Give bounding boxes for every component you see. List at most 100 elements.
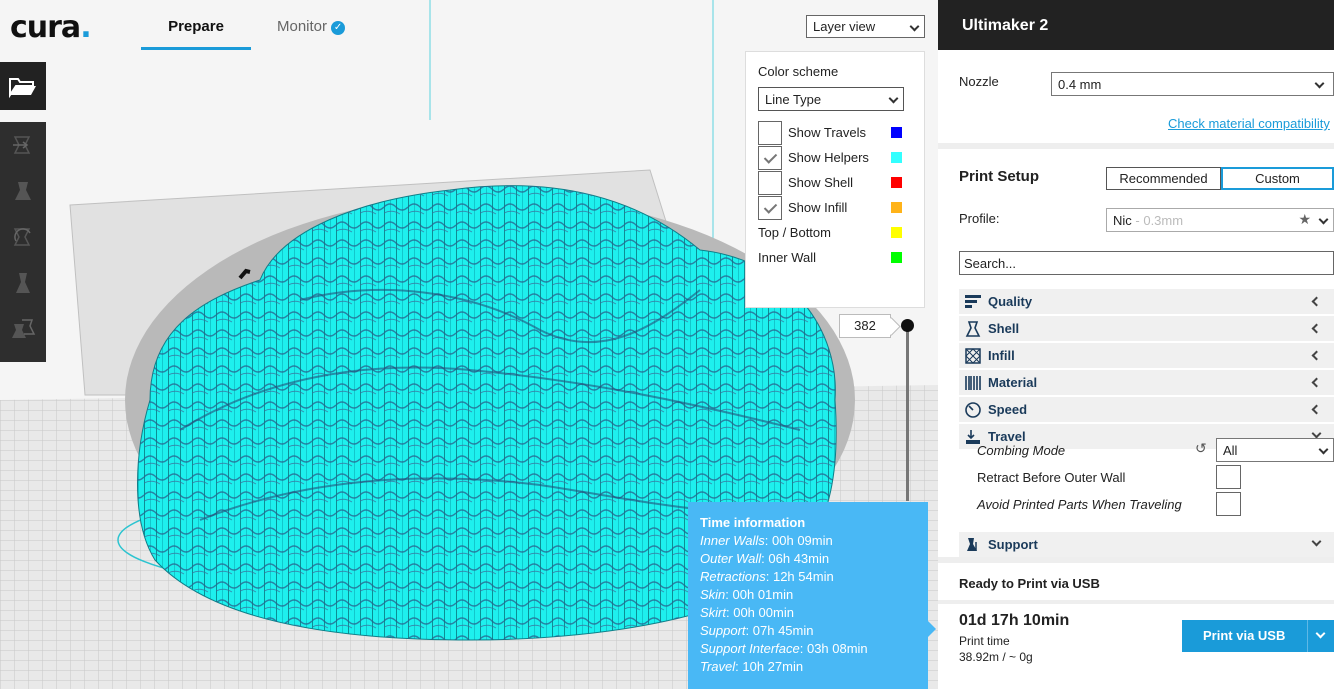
translate-tool-button[interactable] <box>0 122 46 168</box>
category-shell-label: Shell <box>988 321 1020 336</box>
tab-prepare[interactable]: Prepare <box>141 18 251 50</box>
tab-monitor[interactable]: Monitor ✓ <box>277 18 346 50</box>
avoid-printed-parts-checkbox[interactable] <box>1216 492 1241 516</box>
legend-color-swatch <box>891 227 902 238</box>
legend-row[interactable]: Show Shell <box>758 170 912 195</box>
recommended-mode-button[interactable]: Recommended <box>1106 167 1221 190</box>
category-speed[interactable]: Speed <box>959 397 1334 422</box>
category-infill-label: Infill <box>988 348 1015 363</box>
time-row-value: : 07h 45min <box>745 623 814 638</box>
tab-prepare-label: Prepare <box>168 18 224 35</box>
settings-search-input[interactable]: Search... <box>959 251 1334 275</box>
category-material[interactable]: Material <box>959 370 1334 395</box>
legend-label: Show Travels <box>788 125 867 140</box>
chevron-left-icon <box>1311 377 1322 388</box>
rotate-tool-button[interactable] <box>0 214 46 260</box>
color-scheme-panel: Color scheme Line Type Show Travels Show … <box>745 51 925 308</box>
retract-before-outer-wall-setting: Retract Before Outer Wall <box>959 464 1334 491</box>
material-icon <box>965 375 981 390</box>
custom-mode-button[interactable]: Custom <box>1221 167 1334 190</box>
chevron-down-icon[interactable] <box>1315 628 1326 639</box>
chevron-down-icon <box>1318 214 1329 225</box>
category-material-label: Material <box>988 375 1038 390</box>
legend-row[interactable]: Show Helpers <box>758 145 912 170</box>
divider <box>938 600 1334 604</box>
print-status-title: Ready to Print via USB <box>959 576 1100 591</box>
view-mode-value: Layer view <box>813 19 876 34</box>
cura-logo: cura. <box>10 10 92 45</box>
color-scheme-value: Line Type <box>765 92 822 107</box>
legend-label: Show Infill <box>788 200 848 215</box>
legend-checkbox[interactable] <box>758 195 782 220</box>
support-icon <box>967 537 977 551</box>
time-row-label: Skin <box>700 587 726 602</box>
open-file-button[interactable] <box>0 62 46 110</box>
print-setup-panel: Print Setup Recommended Custom Profile: … <box>938 149 1334 557</box>
time-row: Support Interface: 03h 08min <box>700 640 916 658</box>
retract-before-outer-wall-checkbox[interactable] <box>1216 465 1241 489</box>
time-row: Travel: 10h 27min <box>700 658 916 676</box>
per-model-settings-icon <box>12 319 36 338</box>
chevron-down-icon <box>1314 78 1325 89</box>
time-row-label: Skirt <box>700 605 726 620</box>
category-quality[interactable]: Quality <box>959 289 1334 314</box>
legend-checkbox[interactable] <box>758 145 782 170</box>
tool-panel <box>0 122 46 362</box>
category-support[interactable]: Support <box>959 532 1334 557</box>
profile-select[interactable]: Nic - 0.3mm ★ <box>1106 208 1334 232</box>
profile-value: Nic <box>1113 213 1132 228</box>
time-row: Skirt: 00h 00min <box>700 604 916 622</box>
chevron-left-icon <box>1311 296 1322 307</box>
legend-label: Show Helpers <box>788 150 869 165</box>
combing-mode-select[interactable]: All <box>1216 438 1334 462</box>
recommended-mode-label: Recommended <box>1119 171 1208 186</box>
material-usage: 38.92m / ~ 0g <box>959 650 1033 664</box>
layer-number-input[interactable]: 382 <box>839 314 891 338</box>
time-row-label: Retractions <box>700 569 766 584</box>
time-row-label: Support <box>700 623 746 638</box>
legend-color-swatch <box>891 202 902 213</box>
combing-mode-label: Combing Mode <box>977 443 1066 458</box>
color-scheme-select[interactable]: Line Type <box>758 87 904 111</box>
scale-tool-button[interactable] <box>0 168 46 214</box>
legend-row[interactable]: Show Infill <box>758 195 912 220</box>
3d-viewport[interactable]: cura. Prepare Monitor ✓ Layer view Color … <box>0 0 938 689</box>
reset-icon[interactable]: ↺ <box>1195 440 1207 457</box>
print-via-usb-button[interactable]: Print via USB <box>1182 620 1334 652</box>
legend-checkbox[interactable] <box>758 120 782 145</box>
nozzle-select[interactable]: 0.4 mm <box>1051 72 1334 96</box>
legend-checkbox[interactable] <box>758 170 782 195</box>
time-information-rows: Inner Walls: 00h 09min Outer Wall: 06h 43… <box>700 532 916 676</box>
time-row-value: : 00h 09min <box>764 533 833 548</box>
star-icon[interactable]: ★ <box>1298 211 1311 228</box>
machine-header[interactable]: Ultimaker 2 <box>938 0 1334 50</box>
retract-before-outer-wall-label: Retract Before Outer Wall <box>977 470 1126 485</box>
print-time-label: Print time <box>959 634 1010 648</box>
print-via-usb-label: Print via USB <box>1203 628 1286 643</box>
mirror-tool-button[interactable] <box>0 260 46 306</box>
legend-row: Top / Bottom <box>758 220 912 245</box>
time-row-value: : 00h 00min <box>726 605 794 620</box>
category-infill[interactable]: Infill <box>959 343 1334 368</box>
profile-label: Profile: <box>959 211 1000 226</box>
layer-slider-handle[interactable] <box>901 319 914 332</box>
print-setup-title: Print Setup <box>959 168 1040 185</box>
per-model-settings-button[interactable] <box>0 306 46 352</box>
chevron-down-icon <box>1318 444 1329 455</box>
settings-sidebar: Ultimaker 2 Nozzle 0.4 mm Check material… <box>938 0 1334 689</box>
color-scheme-legend: Show Travels Show Helpers Show Shell Show I… <box>758 120 912 270</box>
view-mode-select[interactable]: Layer view <box>806 15 925 38</box>
time-row-value: : 03h 08min <box>799 641 868 656</box>
layer-slider-track[interactable] <box>906 326 909 501</box>
time-row: Support: 07h 45min <box>700 622 916 640</box>
category-quality-label: Quality <box>988 294 1033 309</box>
check-material-link[interactable]: Check material compatibility <box>1168 116 1330 131</box>
category-shell[interactable]: Shell <box>959 316 1334 341</box>
time-row: Retractions: 12h 54min <box>700 568 916 586</box>
time-row-label: Inner Walls <box>700 533 765 548</box>
legend-label: Top / Bottom <box>758 225 831 240</box>
folder-open-icon <box>9 78 36 99</box>
avoid-printed-parts-label: Avoid Printed Parts When Traveling <box>977 497 1182 512</box>
legend-row[interactable]: Show Travels <box>758 120 912 145</box>
nozzle-label: Nozzle <box>959 74 999 89</box>
